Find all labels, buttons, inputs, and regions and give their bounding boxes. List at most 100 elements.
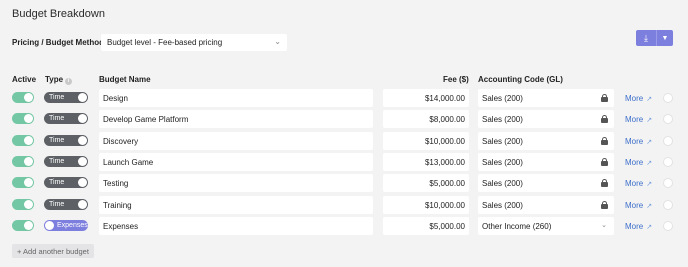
type-toggle-label: Time [49,201,65,208]
more-link[interactable]: More ↗ [625,158,652,167]
budget-name-input[interactable]: Design [99,89,373,107]
type-toggle[interactable]: Time [44,113,88,124]
external-link-icon: ↗ [646,96,653,103]
row-select-checkbox[interactable] [663,200,673,210]
external-link-icon: ↗ [646,181,653,188]
table-row: Time Testing $5,000.00 Sales (200) More ↗ [0,174,688,192]
chevron-down-icon: ▼ [661,34,669,42]
budget-name-input[interactable]: Expenses [99,217,373,235]
column-header-budget-name: Budget Name [99,75,151,84]
more-link-label: More [625,222,644,231]
more-link[interactable]: More ↗ [625,94,652,103]
table-row: Time Launch Game $13,000.00 Sales (200) More… [0,153,688,171]
fee-input[interactable]: $8,000.00 [383,110,469,128]
lock-icon [601,115,608,123]
budget-name-input[interactable]: Develop Game Platform [99,110,373,128]
external-link-icon: ↗ [646,203,653,210]
fee-input[interactable]: $5,000.00 [383,217,469,235]
active-toggle[interactable] [12,199,34,210]
column-header-gl: Accounting Code (GL) [478,75,563,84]
column-header-type: Type i [45,75,73,85]
page-title: Budget Breakdown [12,8,105,20]
more-link-label: More [625,158,644,167]
lock-icon [601,94,608,102]
budget-name-input[interactable]: Testing [99,174,373,192]
download-icon: ⤓ [644,32,648,43]
type-toggle[interactable]: Expenses [44,220,88,231]
lock-icon [601,179,608,187]
add-budget-button[interactable]: + Add another budget [12,244,94,258]
download-options-button[interactable]: ▼ [657,30,673,46]
accounting-code-value: Other Income (260) [482,222,552,231]
more-link[interactable]: More ↗ [625,137,652,146]
type-toggle-label: Time [49,137,65,144]
more-link-label: More [625,94,644,103]
table-row: Time Discovery $10,000.00 Sales (200) More ↗ [0,132,688,150]
row-select-checkbox[interactable] [663,157,673,167]
accounting-code-value: Sales (200) [482,137,523,146]
accounting-code-value: Sales (200) [482,158,523,167]
accounting-code-value: Sales (200) [482,115,523,124]
table-row: Time Develop Game Platform $8,000.00 Sales … [0,110,688,128]
chevron-down-icon: ⌄ [274,37,281,46]
more-link[interactable]: More ↗ [625,115,652,124]
type-toggle[interactable]: Time [44,92,88,103]
pricing-method-select[interactable]: Budget level - Fee-based pricing ⌄ [101,34,287,51]
table-row: Time Training $10,000.00 Sales (200) More ↗ [0,196,688,214]
column-header-fee: Fee ($) [443,75,469,84]
accounting-code-select: Sales (200) [478,153,614,171]
row-select-checkbox[interactable] [663,93,673,103]
type-toggle[interactable]: Time [44,177,88,188]
active-toggle[interactable] [12,92,34,103]
type-toggle[interactable]: Time [44,135,88,146]
fee-input[interactable]: $5,000.00 [383,174,469,192]
active-toggle[interactable] [12,177,34,188]
table-row: Expenses Expenses $5,000.00 Other Income (2… [0,217,688,235]
active-toggle[interactable] [12,220,34,231]
row-select-checkbox[interactable] [663,136,673,146]
fee-input[interactable]: $10,000.00 [383,196,469,214]
lock-icon [601,158,608,166]
more-link-label: More [625,201,644,210]
budget-name-input[interactable]: Training [99,196,373,214]
more-link-label: More [625,179,644,188]
info-icon[interactable]: i [65,78,73,85]
fee-input[interactable]: $10,000.00 [383,132,469,150]
accounting-code-select: Sales (200) [478,132,614,150]
lock-icon [601,137,608,145]
type-toggle-label: Time [49,158,65,165]
table-row: Time Design $14,000.00 Sales (200) More ↗ [0,89,688,107]
accounting-code-select: Sales (200) [478,89,614,107]
column-header-active: Active [12,75,37,84]
pricing-method-value: Budget level - Fee-based pricing [107,38,223,47]
more-link[interactable]: More ↗ [625,179,652,188]
download-button[interactable]: ⤓ [636,30,657,46]
row-select-checkbox[interactable] [663,178,673,188]
type-toggle[interactable]: Time [44,199,88,210]
type-toggle[interactable]: Time [44,156,88,167]
active-toggle[interactable] [12,135,34,146]
active-toggle[interactable] [12,156,34,167]
fee-input[interactable]: $13,000.00 [383,153,469,171]
accounting-code-select: Sales (200) [478,196,614,214]
active-toggle[interactable] [12,113,34,124]
more-link-label: More [625,115,644,124]
fee-input[interactable]: $14,000.00 [383,89,469,107]
type-toggle-label: Time [49,94,65,101]
accounting-code-value: Sales (200) [482,94,523,103]
budget-name-input[interactable]: Discovery [99,132,373,150]
column-header-type-label: Type [45,75,64,84]
download-button-group: ⤓ ▼ [636,30,673,46]
more-link[interactable]: More ↗ [625,222,652,231]
external-link-icon: ↗ [646,117,653,124]
type-toggle-label: Time [49,179,65,186]
accounting-code-select[interactable]: Other Income (260) ⌄ [478,217,614,235]
more-link-label: More [625,137,644,146]
row-select-checkbox[interactable] [663,221,673,231]
budget-name-input[interactable]: Launch Game [99,153,373,171]
type-toggle-label: Time [49,115,65,122]
row-select-checkbox[interactable] [663,114,673,124]
pricing-method-label: Pricing / Budget Method* [12,38,107,47]
more-link[interactable]: More ↗ [625,201,652,210]
lock-icon [601,201,608,209]
